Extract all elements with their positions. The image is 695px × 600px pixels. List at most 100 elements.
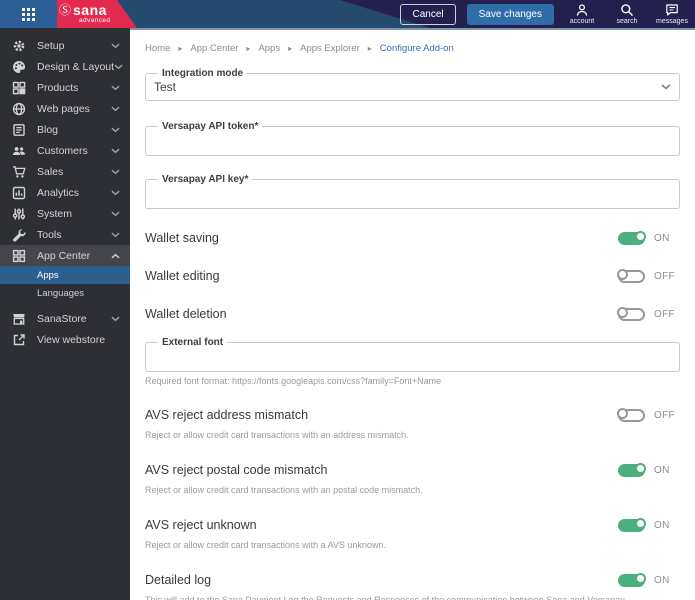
- external-font-input[interactable]: [154, 349, 671, 365]
- sidebar-subitem-label: Apps: [37, 269, 59, 281]
- toggle-knob: [635, 572, 646, 584]
- chevron-down-icon: [111, 190, 120, 195]
- toggle-description: Reject or allow credit card transactions…: [145, 430, 409, 440]
- api-token-field-wrap: Versapay API token*: [145, 121, 680, 156]
- chevron-down-icon: [111, 106, 120, 111]
- setting-block-avs-postal: AVS reject postal code mismatch ON Rejec…: [145, 462, 680, 495]
- toggle-knob: [635, 230, 646, 242]
- toggle-description: Reject or allow credit card transactions…: [145, 485, 423, 495]
- messages-button[interactable]: messages: [655, 3, 689, 25]
- breadcrumb-apps-explorer[interactable]: Apps Explorer: [300, 43, 360, 54]
- bar-chart-icon: [12, 186, 26, 199]
- external-font-label: External font: [162, 337, 224, 348]
- external-font-help: Required font format: https://fonts.goog…: [145, 376, 442, 386]
- grid-icon: [22, 7, 35, 21]
- toggle-state: ON: [654, 464, 670, 476]
- chevron-down-icon: [114, 64, 123, 69]
- toggle-knob: [635, 517, 646, 529]
- wallet-editing-toggle[interactable]: [617, 268, 645, 283]
- toggle-description: This will add to the Sana Payment Log th…: [145, 595, 627, 600]
- sidebar-subitem-apps[interactable]: Apps: [0, 266, 130, 284]
- toggle-knob: [617, 407, 628, 419]
- api-key-label: Versapay API key*: [162, 174, 249, 185]
- sidebar-item-blog[interactable]: Blog: [0, 119, 130, 140]
- sidebar-item-design-layout[interactable]: Design & Layout: [0, 56, 130, 77]
- search-label: search: [616, 18, 638, 25]
- toggle-description: Reject or allow credit card transactions…: [145, 540, 386, 550]
- setting-block-avs-address: AVS reject address mismatch OFF Reject o…: [145, 407, 680, 440]
- account-button[interactable]: account: [565, 3, 599, 25]
- breadcrumb-separator-icon: ▸: [288, 44, 293, 53]
- sana-logo[interactable]: Ⓢ sana advanced: [57, 0, 137, 28]
- breadcrumb-app-center[interactable]: App Center: [190, 43, 238, 54]
- toggle-state: OFF: [654, 270, 675, 282]
- wallet-deletion-toggle[interactable]: [617, 306, 645, 321]
- sidebar-subitem-languages[interactable]: Languages: [0, 284, 130, 302]
- sidebar-item-label: Analytics: [37, 186, 80, 199]
- sliders-icon: [12, 208, 26, 219]
- save-changes-button[interactable]: Save changes: [466, 3, 554, 25]
- sidebar-item-label: Blog: [37, 123, 59, 136]
- sidebar-item-sanastore[interactable]: SanaStore: [0, 308, 130, 329]
- toggle-state: OFF: [654, 409, 675, 421]
- sidebar-item-sales[interactable]: Sales: [0, 161, 130, 182]
- chevron-down-icon: [111, 232, 120, 237]
- sidebar-item-web-pages[interactable]: Web pages: [0, 98, 130, 119]
- apps-grid-icon: [12, 249, 26, 262]
- toggle-state: OFF: [654, 308, 675, 320]
- toggle-label: Wallet editing: [145, 269, 220, 283]
- people-icon: [13, 146, 25, 155]
- sidebar-item-label: Web pages: [37, 102, 90, 115]
- cart-icon: [13, 165, 26, 178]
- toggle-label: Wallet deletion: [145, 307, 227, 321]
- toggle-label: AVS reject address mismatch: [145, 408, 309, 422]
- cancel-button[interactable]: Cancel: [400, 3, 456, 25]
- sidebar-item-customers[interactable]: Customers: [0, 140, 130, 161]
- sidebar-item-setup[interactable]: Setup: [0, 35, 130, 56]
- avs-postal-mismatch-toggle[interactable]: [618, 462, 646, 477]
- main-content: Home ▸ App Center ▸ Apps ▸ Apps Explorer…: [130, 28, 695, 600]
- app-launcher-button[interactable]: [0, 0, 57, 28]
- breadcrumb: Home ▸ App Center ▸ Apps ▸ Apps Explorer…: [145, 43, 680, 54]
- sidebar-item-label: Sales: [37, 165, 64, 178]
- toggle-label: Detailed log: [145, 573, 212, 587]
- chevron-down-icon: [661, 84, 671, 90]
- avs-unknown-toggle[interactable]: [618, 517, 646, 532]
- breadcrumb-home[interactable]: Home: [145, 43, 170, 54]
- api-token-input[interactable]: [154, 133, 671, 149]
- sidebar-item-tools[interactable]: Tools: [0, 224, 130, 245]
- sidebar-item-label: Customers: [37, 144, 88, 157]
- avs-address-mismatch-toggle[interactable]: [617, 407, 645, 422]
- top-bar: Ⓢ sana advanced Cancel Save changes acco…: [0, 0, 695, 28]
- storefront-icon: [13, 313, 25, 325]
- breadcrumb-apps[interactable]: Apps: [258, 43, 280, 54]
- toggle-row-wallet-editing: Wallet editing OFF: [145, 268, 680, 283]
- wallet-saving-toggle[interactable]: [618, 230, 646, 245]
- chevron-up-icon: [111, 253, 120, 258]
- search-button[interactable]: search: [610, 3, 644, 25]
- sidebar-item-products[interactable]: Products: [0, 77, 130, 98]
- account-label: account: [569, 18, 595, 25]
- toggle-row-wallet-deletion: Wallet deletion OFF: [145, 306, 680, 321]
- sidebar: Setup Design & Layout Products Web pages…: [0, 28, 130, 600]
- gear-icon: [13, 40, 25, 51]
- breadcrumb-separator-icon: ▸: [178, 44, 183, 53]
- detailed-log-toggle[interactable]: [618, 572, 646, 587]
- external-font-field-wrap: External font: [145, 337, 680, 372]
- sidebar-item-view-webstore[interactable]: View webstore: [0, 329, 130, 350]
- api-key-input[interactable]: [154, 186, 671, 202]
- chevron-down-icon: [111, 148, 120, 153]
- toggle-state: ON: [654, 232, 670, 244]
- integration-mode-select[interactable]: Integration mode Test: [145, 68, 680, 101]
- messages-icon: [666, 4, 678, 16]
- sidebar-item-system[interactable]: System: [0, 203, 130, 224]
- api-token-label: Versapay API token*: [162, 121, 259, 132]
- sidebar-item-analytics[interactable]: Analytics: [0, 182, 130, 203]
- api-key-field-wrap: Versapay API key*: [145, 174, 680, 209]
- sidebar-item-label: System: [37, 207, 73, 220]
- toggle-knob: [617, 306, 628, 318]
- sidebar-item-app-center[interactable]: App Center: [0, 245, 130, 266]
- sidebar-item-label: SanaStore: [37, 312, 87, 325]
- toggle-state: ON: [654, 519, 670, 531]
- chevron-down-icon: [111, 316, 120, 321]
